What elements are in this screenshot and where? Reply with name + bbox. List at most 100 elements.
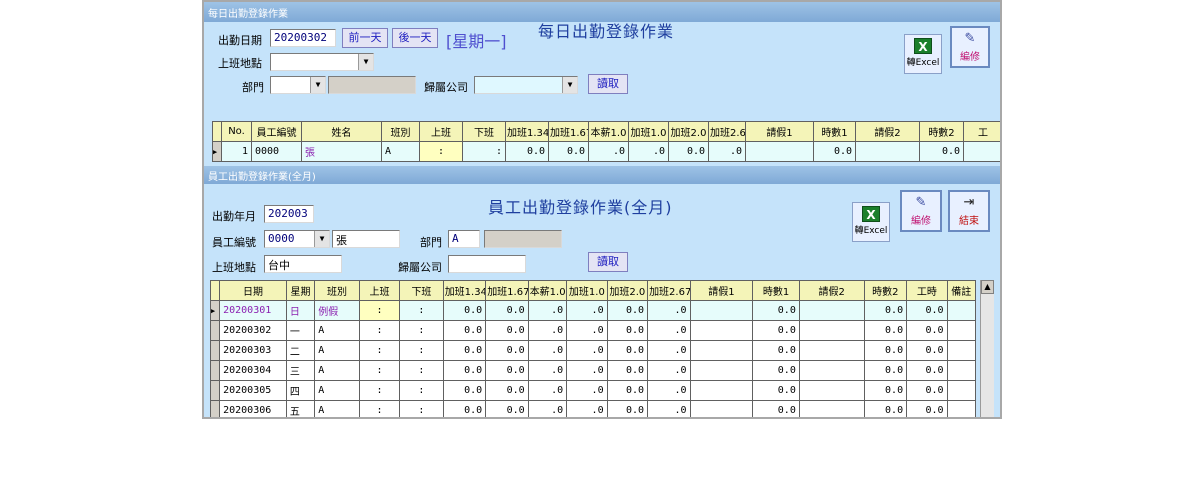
- read-button-2[interactable]: 讀取: [588, 252, 628, 272]
- column-header[interactable]: 班別: [314, 280, 360, 301]
- table-cell[interactable]: 0.0: [906, 400, 948, 417]
- row-selector[interactable]: [209, 360, 221, 381]
- table-cell[interactable]: 0.0: [906, 360, 948, 381]
- table-cell[interactable]: 0.0: [442, 340, 487, 361]
- column-header[interactable]: 日期: [219, 280, 287, 301]
- table-cell[interactable]: 日: [285, 300, 316, 321]
- export-excel-button-2[interactable]: X 轉Excel: [852, 202, 890, 242]
- table-cell[interactable]: .0: [527, 360, 568, 381]
- company-select[interactable]: ▼: [474, 76, 578, 94]
- table-cell[interactable]: :: [399, 360, 444, 381]
- column-header[interactable]: 加班2.0: [668, 121, 709, 142]
- table-cell[interactable]: 20200303: [219, 340, 287, 361]
- edit-button-2[interactable]: ✎ 編修: [900, 190, 942, 232]
- table-cell[interactable]: [798, 340, 865, 361]
- column-header[interactable]: 加班1.67: [548, 121, 589, 142]
- table-cell[interactable]: .0: [588, 141, 629, 162]
- table-cell[interactable]: :: [399, 320, 444, 341]
- table-row[interactable]: ▶ 20200301 日例假::0.0 0.0.0.0 0.0.0 0.0 0.0 0.0: [209, 300, 977, 321]
- column-header[interactable]: 班別: [381, 121, 420, 142]
- column-header[interactable]: 本薪1.0: [527, 280, 568, 301]
- table-cell[interactable]: 0.0: [752, 360, 800, 381]
- table-cell[interactable]: :: [358, 320, 401, 341]
- table-cell[interactable]: 0.0: [485, 320, 529, 341]
- table-cell[interactable]: 0.0: [863, 320, 908, 341]
- table-cell[interactable]: .0: [647, 300, 691, 321]
- column-header[interactable]: 時數2: [919, 121, 964, 142]
- table-cell[interactable]: :: [399, 400, 444, 417]
- current-row-indicator-icon[interactable]: ▶: [212, 141, 222, 162]
- table-cell[interactable]: 0.0: [752, 380, 800, 401]
- table-cell[interactable]: 0.0: [442, 380, 487, 401]
- monthly-grid-scrollbar[interactable]: ▲: [980, 280, 994, 417]
- export-excel-button[interactable]: X 轉Excel: [904, 34, 942, 74]
- table-cell[interactable]: .0: [527, 380, 568, 401]
- column-header[interactable]: 加班1.34: [442, 280, 487, 301]
- table-cell[interactable]: 五: [285, 400, 316, 417]
- row-selector[interactable]: [209, 340, 221, 361]
- table-cell[interactable]: 1: [221, 141, 252, 162]
- table-row[interactable]: 20200305 四 A::0.0 0.0.0.0 0.0.0 0.0 0.0 0.0: [209, 380, 977, 401]
- table-cell[interactable]: [689, 300, 754, 321]
- column-header[interactable]: 上班: [358, 280, 401, 301]
- table-cell[interactable]: 0.0: [668, 141, 709, 162]
- table-cell[interactable]: 0.0: [863, 360, 908, 381]
- table-cell[interactable]: :: [358, 300, 401, 321]
- table-cell[interactable]: 20200306: [219, 400, 287, 417]
- column-header[interactable]: 請假1: [745, 121, 814, 142]
- table-cell[interactable]: 四: [285, 380, 316, 401]
- table-cell[interactable]: 0.0: [548, 141, 589, 162]
- table-cell[interactable]: 0.0: [863, 400, 908, 417]
- table-cell[interactable]: [689, 400, 754, 417]
- column-header[interactable]: 加班1.0: [628, 121, 669, 142]
- date-input[interactable]: 20200302: [270, 29, 336, 47]
- table-cell[interactable]: [689, 320, 754, 341]
- column-header[interactable]: 工時: [906, 280, 948, 301]
- table-cell[interactable]: 20200305: [219, 380, 287, 401]
- dept-input-2[interactable]: A: [448, 230, 480, 248]
- prev-day-button[interactable]: 前一天: [342, 28, 388, 48]
- chevron-down-icon[interactable]: ▼: [310, 77, 325, 93]
- column-header[interactable]: 加班1.67: [485, 280, 529, 301]
- table-cell[interactable]: :: [462, 141, 506, 162]
- next-day-button[interactable]: 後一天: [392, 28, 438, 48]
- column-header[interactable]: 請假2: [798, 280, 865, 301]
- emp-select[interactable]: 0000 ▼: [264, 230, 330, 248]
- table-cell[interactable]: A: [314, 320, 360, 341]
- edit-button[interactable]: ✎ 編修: [950, 26, 990, 68]
- table-cell[interactable]: A: [381, 141, 420, 162]
- table-cell[interactable]: 0.0: [606, 360, 649, 381]
- column-header[interactable]: 請假1: [689, 280, 754, 301]
- row-selector[interactable]: [209, 380, 221, 401]
- column-header[interactable]: 加班2.67: [708, 121, 746, 142]
- table-cell[interactable]: A: [314, 400, 360, 417]
- table-cell[interactable]: .0: [566, 380, 608, 401]
- table-cell[interactable]: .0: [566, 320, 608, 341]
- table-cell[interactable]: 0.0: [606, 400, 649, 417]
- table-row[interactable]: 20200304 三 A::0.0 0.0.0.0 0.0.0 0.0 0.0 0.0: [209, 360, 977, 381]
- table-cell[interactable]: 0.0: [752, 340, 800, 361]
- table-cell[interactable]: 0.0: [919, 141, 964, 162]
- table-cell[interactable]: :: [358, 380, 401, 401]
- table-cell[interactable]: 0.0: [442, 360, 487, 381]
- table-cell[interactable]: 0.0: [863, 300, 908, 321]
- table-cell[interactable]: [798, 400, 865, 417]
- table-cell[interactable]: [745, 141, 814, 162]
- read-button[interactable]: 讀取: [588, 74, 628, 94]
- dept-select[interactable]: ▼: [270, 76, 326, 94]
- table-cell[interactable]: 0.0: [906, 380, 948, 401]
- table-cell[interactable]: 0.0: [485, 340, 529, 361]
- table-cell[interactable]: :: [399, 380, 444, 401]
- column-header[interactable]: 姓名: [301, 121, 382, 142]
- monthly-window-titlebar[interactable]: 員工出勤登錄作業(全月): [204, 166, 1000, 184]
- table-cell[interactable]: 一: [285, 320, 316, 341]
- table-cell[interactable]: 0.0: [906, 320, 948, 341]
- table-cell[interactable]: [946, 320, 977, 341]
- table-row[interactable]: 20200302 一 A::0.0 0.0.0.0 0.0.0 0.0 0.0 0.0: [209, 320, 977, 341]
- table-cell[interactable]: 0.0: [505, 141, 549, 162]
- column-header[interactable]: 下班: [399, 280, 444, 301]
- table-cell[interactable]: 20200301: [219, 300, 287, 321]
- current-row-indicator-icon[interactable]: ▶: [209, 300, 221, 321]
- table-cell[interactable]: 0.0: [906, 340, 948, 361]
- table-cell[interactable]: :: [419, 141, 463, 162]
